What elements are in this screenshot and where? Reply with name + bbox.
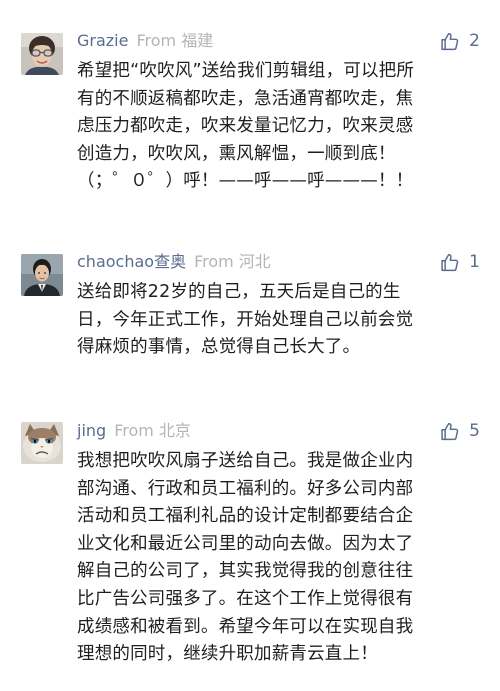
comment-line: 成绩感和被看到。希望今年可以在实现自我 bbox=[77, 616, 414, 637]
like-button[interactable]: 2 bbox=[439, 29, 480, 53]
like-count: 2 bbox=[469, 31, 480, 51]
comment-line: 虑压力都吹走，吹来发量记忆力，吹来灵感 bbox=[77, 116, 414, 137]
username[interactable]: Grazie bbox=[77, 31, 128, 50]
location-label: From 河北 bbox=[194, 252, 271, 271]
comment-line: 比广告公司强多了。在这个工作上觉得很有 bbox=[77, 588, 414, 609]
comment-line: 活动和员工福利礼品的设计定制都要结合企 bbox=[77, 506, 414, 527]
avatar-grumpy-cat-icon bbox=[21, 422, 63, 464]
comment-line: 日，今年正式工作，开始处理自己以前会觉 bbox=[77, 309, 414, 330]
like-count: 5 bbox=[469, 421, 480, 441]
username[interactable]: chaochao查奥 bbox=[77, 252, 186, 271]
comment-line: 得麻烦的事情，总觉得自己长大了。 bbox=[77, 337, 361, 358]
comment-line: 创造力，吹吹风，熏风解愠，一顺到底！ bbox=[77, 143, 396, 164]
username[interactable]: jing bbox=[77, 421, 106, 440]
like-button[interactable]: 5 bbox=[439, 419, 480, 443]
like-count: 1 bbox=[469, 252, 480, 272]
comment-line: 送给即将22岁的自己，五天后是自己的生 bbox=[77, 282, 401, 302]
comment-text: 我想把吹吹风扇子送给自己。我是做企业内 部沟通、行政和员工福利的。好多公司内部 … bbox=[77, 448, 487, 669]
comment-header: jing From 北京 bbox=[77, 419, 191, 443]
location-label: From 北京 bbox=[114, 421, 191, 440]
location-label: From 福建 bbox=[136, 31, 214, 50]
thumbs-up-icon bbox=[439, 252, 460, 273]
like-button[interactable]: 1 bbox=[439, 250, 480, 274]
thumbs-up-icon bbox=[439, 421, 460, 442]
comment-text: 送给即将22岁的自己，五天后是自己的生 日，今年正式工作，开始处理自己以前会觉 … bbox=[77, 279, 487, 362]
comment-header: chaochao查奥 From 河北 bbox=[77, 250, 271, 274]
avatar[interactable] bbox=[21, 254, 63, 296]
comment-text: 希望把“吹吹风”送给我们剪辑组，可以把所 有的不顺返稿都吹走，急活通宵都吹走，焦… bbox=[77, 58, 487, 196]
comment-line: 有的不顺返稿都吹走，急活通宵都吹走，焦 bbox=[77, 88, 414, 109]
avatar-man-suit-icon bbox=[21, 254, 63, 296]
comment-line: 部沟通、行政和员工福利的。好多公司内部 bbox=[77, 478, 414, 499]
comment-header: Grazie From 福建 bbox=[77, 29, 213, 53]
comment-line: 理想的同时，继续升职加薪青云直上！ bbox=[77, 644, 378, 665]
avatar-woman-glasses-icon bbox=[21, 33, 63, 75]
thumbs-up-icon bbox=[439, 31, 460, 52]
comment-line: 我想把吹吹风扇子送给自己。我是做企业内 bbox=[77, 451, 414, 471]
comment-line: （；゜０゜）呼！——呼——呼———！！ bbox=[77, 171, 414, 192]
comment-line: 希望把“吹吹风”送给我们剪辑组，可以把所 bbox=[77, 61, 415, 81]
avatar[interactable] bbox=[21, 422, 63, 464]
avatar[interactable] bbox=[21, 33, 63, 75]
comment-line: 业文化和最近公司里的动向去做。因为太了 bbox=[77, 533, 414, 554]
comment-line: 解自己的公司了，其实我觉得我的创意往往 bbox=[77, 561, 414, 582]
